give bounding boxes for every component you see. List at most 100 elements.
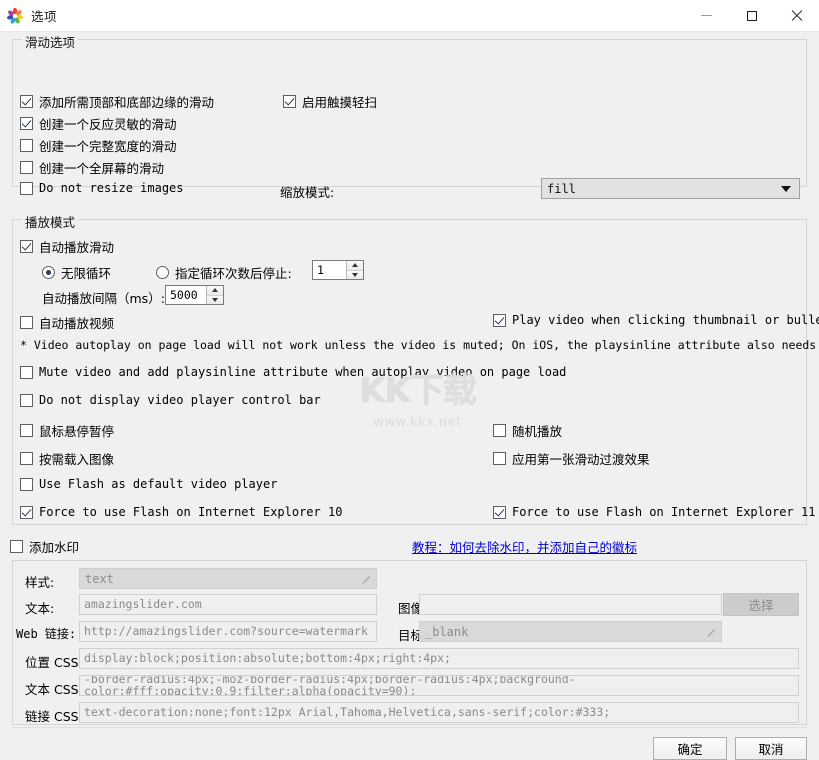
checkbox-pause-on-hover[interactable]: 鼠标悬停暂停 bbox=[20, 421, 114, 440]
watermark-position-css-label: 位置 CSS: bbox=[25, 655, 83, 670]
checkbox-box bbox=[20, 240, 33, 253]
checkbox-label: 应用第一张滑动过渡效果 bbox=[512, 452, 650, 467]
maximize-button[interactable] bbox=[729, 0, 774, 31]
checkbox-box bbox=[20, 161, 33, 174]
checkbox-mute-video-playsinline[interactable]: Mute video and add playsinline attribute… bbox=[20, 365, 566, 379]
checkbox-label: Use Flash as default video player bbox=[39, 477, 278, 491]
arrow-down-icon bbox=[352, 272, 358, 277]
watermark-text-css-input[interactable]: -border-radius:4px;-moz-border-radius:4p… bbox=[79, 675, 799, 696]
watermark-style-value: text bbox=[85, 571, 114, 586]
checkbox-first-slide-transition[interactable]: 应用第一张滑动过渡效果 bbox=[493, 449, 650, 468]
checkbox-fullscreen-slider[interactable]: 创建一个全屏幕的滑动 bbox=[20, 158, 164, 177]
watermark-web-link-input[interactable]: http://amazingslider.com?source=watermar… bbox=[79, 621, 377, 642]
ok-button[interactable]: 确定 bbox=[653, 737, 727, 760]
watermark-link-css-value: text-decoration:none;font:12px Arial,Tah… bbox=[84, 704, 611, 719]
autoplay-interval-value: 5000 bbox=[170, 288, 198, 302]
checkbox-box bbox=[493, 452, 506, 465]
slide-options-title: 滑动选项 bbox=[22, 32, 79, 51]
checkbox-autoplay-video[interactable]: 自动播放视频 bbox=[20, 313, 114, 332]
checkbox-responsive-slider[interactable]: 创建一个反应灵敏的滑动 bbox=[20, 114, 177, 133]
radio-box bbox=[42, 266, 55, 279]
checkbox-add-top-bottom-edges[interactable]: 添加所需顶部和底部边缘的滑动 bbox=[20, 92, 214, 111]
watermark-text-label: 文本: bbox=[25, 601, 55, 616]
checkbox-label: 启用触摸轻扫 bbox=[302, 95, 378, 110]
cancel-button-label: 取消 bbox=[758, 742, 784, 757]
watermark-choose-image-button[interactable]: 选择 bbox=[723, 593, 799, 616]
watermark-style-select[interactable]: text bbox=[79, 568, 377, 589]
checkbox-label: Play video when clicking thumbnail or bu… bbox=[512, 313, 819, 327]
stepper-up-button[interactable] bbox=[207, 286, 223, 296]
play-mode-title: 播放模式 bbox=[22, 212, 79, 231]
watermark-target-select[interactable]: _blank bbox=[419, 621, 722, 642]
watermark-link-css-input[interactable]: text-decoration:none;font:12px Arial,Tah… bbox=[79, 702, 799, 723]
checkbox-do-not-resize-images[interactable]: Do not resize images bbox=[20, 181, 184, 195]
watermark-text-input[interactable]: amazingslider.com bbox=[79, 594, 377, 615]
checkbox-add-watermark[interactable]: 添加水印 bbox=[10, 537, 79, 556]
watermark-position-css-value: display:block;position:absolute;bottom:4… bbox=[84, 650, 451, 665]
stepper-up-button[interactable] bbox=[347, 261, 363, 271]
checkbox-box bbox=[283, 95, 296, 108]
checkbox-box bbox=[20, 452, 33, 465]
loop-count-stepper[interactable]: 1 bbox=[312, 260, 364, 280]
checkbox-hide-video-control-bar[interactable]: Do not display video player control bar bbox=[20, 393, 321, 407]
loop-count-value: 1 bbox=[317, 263, 324, 277]
scale-mode-value: fill bbox=[547, 181, 576, 196]
checkbox-box bbox=[20, 477, 33, 491]
watermark-link-css-label: 链接 CSS: bbox=[25, 709, 83, 724]
checkbox-lazy-load-images[interactable]: 按需载入图像 bbox=[20, 449, 114, 468]
radio-infinite-loop[interactable]: 无限循环 bbox=[42, 263, 111, 282]
checkbox-label: 创建一个反应灵敏的滑动 bbox=[39, 117, 177, 132]
chevron-down-icon bbox=[781, 185, 791, 192]
watermark-position-css-input[interactable]: display:block;position:absolute;bottom:4… bbox=[79, 648, 799, 669]
stepper-down-button[interactable] bbox=[347, 270, 363, 279]
checkbox-label: 随机播放 bbox=[512, 424, 563, 439]
arrow-up-icon bbox=[212, 288, 218, 293]
scale-mode-select[interactable]: fill bbox=[541, 178, 800, 199]
checkbox-force-flash-ie11[interactable]: Force to use Flash on Internet Explorer … bbox=[493, 505, 815, 519]
dialog-content: 滑动选项 添加所需顶部和底部边缘的滑动 创建一个反应灵敏的滑动 创建一个完整宽度… bbox=[0, 32, 819, 760]
checkbox-full-width-slider[interactable]: 创建一个完整宽度的滑动 bbox=[20, 136, 177, 155]
radio-box bbox=[156, 266, 169, 279]
ok-button-label: 确定 bbox=[677, 742, 703, 757]
radio-stop-after-loops[interactable]: 指定循环次数后停止: bbox=[156, 263, 292, 282]
checkbox-box bbox=[20, 316, 33, 329]
checkbox-use-flash-default-player[interactable]: Use Flash as default video player bbox=[20, 477, 277, 491]
checkbox-label: Force to use Flash on Internet Explorer … bbox=[39, 505, 343, 519]
checkbox-enable-touch-swipe[interactable]: 启用触摸轻扫 bbox=[283, 92, 377, 111]
watermark-text-css-label: 文本 CSS: bbox=[25, 682, 83, 697]
checkbox-label: Force to use Flash on Internet Explorer … bbox=[512, 505, 816, 519]
close-icon bbox=[790, 9, 803, 22]
footer-divider bbox=[12, 727, 807, 728]
minimize-button[interactable] bbox=[684, 0, 729, 31]
checkbox-random-play[interactable]: 随机播放 bbox=[493, 421, 562, 440]
window-title: 选项 bbox=[31, 9, 58, 24]
checkbox-autoplay-slider[interactable]: 自动播放滑动 bbox=[20, 237, 114, 256]
close-button[interactable] bbox=[774, 0, 819, 31]
watermark-web-link-label: Web 链接: bbox=[16, 627, 77, 641]
autoplay-interval-stepper[interactable]: 5000 bbox=[165, 285, 224, 305]
checkbox-play-video-on-thumbnail-click[interactable]: Play video when clicking thumbnail or bu… bbox=[493, 313, 819, 327]
watermark-image-input[interactable] bbox=[419, 594, 722, 615]
checkbox-force-flash-ie10[interactable]: Force to use Flash on Internet Explorer … bbox=[20, 505, 342, 519]
checkbox-box bbox=[20, 393, 33, 407]
stepper-down-button[interactable] bbox=[207, 295, 223, 304]
titlebar: 选项 bbox=[0, 0, 819, 32]
checkbox-box bbox=[20, 139, 33, 152]
checkbox-box bbox=[20, 424, 33, 437]
watermark-target-value: _blank bbox=[425, 624, 469, 639]
stepper-buttons bbox=[346, 261, 363, 279]
cancel-button[interactable]: 取消 bbox=[735, 737, 807, 760]
autoplay-interval-label: 自动播放间隔（ms）: bbox=[42, 291, 165, 306]
arrow-up-icon bbox=[352, 263, 358, 268]
checkbox-label: Do not resize images bbox=[39, 181, 184, 195]
maximize-icon bbox=[746, 10, 757, 21]
checkbox-label: 自动播放滑动 bbox=[39, 240, 115, 255]
checkbox-label: 鼠标悬停暂停 bbox=[39, 424, 115, 439]
checkbox-box bbox=[20, 505, 33, 519]
checkbox-box bbox=[20, 365, 33, 379]
watermark-text-css-value: -border-radius:4px;-moz-border-radius:4p… bbox=[84, 675, 576, 696]
watermark-web-link-value: http://amazingslider.com?source=watermar… bbox=[84, 623, 368, 638]
checkbox-label: 按需载入图像 bbox=[39, 452, 115, 467]
watermark-tutorial-link[interactable]: 教程：如何去除水印，并添加自己的徽标 bbox=[412, 537, 637, 556]
checkbox-label: 添加水印 bbox=[29, 540, 80, 555]
